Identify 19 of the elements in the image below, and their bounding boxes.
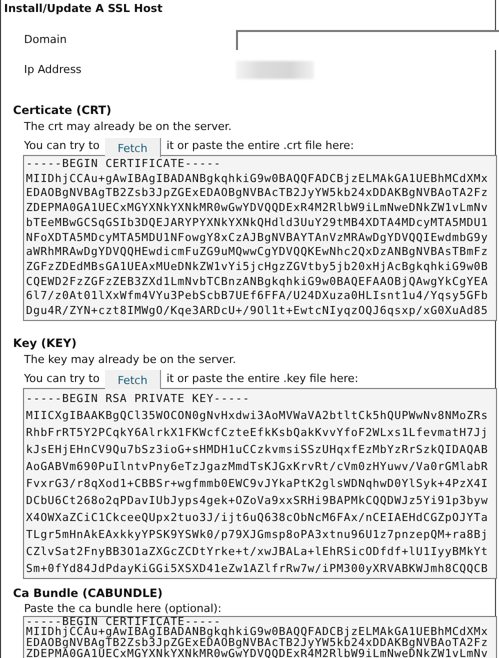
section-heading: Ca Bundle (CABUNDLE) (13, 584, 163, 601)
field-label: Domain (24, 33, 67, 46)
instruction-text: The crt may already be on the server. (24, 120, 232, 133)
instruction-text: it or paste the entire .key file here: (166, 372, 358, 385)
text-area[interactable]: -----BEGIN CERTIFICATE----- MIIDhjCCAu+gAwIBAgIBADANBgkqhkiG9w0BAQQFADCBjzELMAkGA1UEBhMCdXMx EDAOBgNVBAgTB2Zsb3JpZGExEDAOBgNVBAcTB2JyYW5kb24xDDAKBgNVBAoTA2Fz ZDEPMA0GA1UECxMGYXNkYXNkMR0wGwYDVQQDExR4M2RlbW9iLmNweDNkZW1vLmNv bTEeMBwGCSqGSIb3DQEJARYPYXNkYXNkQHdld3UuY29tMB4XDTA4MDcyMTA5MDU1 NFoXDTA5MDcyMTA5MDU1NFowgY8xCzAJBgNVBAYTAnVzMRAwDgYDVQQIEwdmbG9y aWRhMRAwDgYDVQQHEwdicmFuZG9uMQwwCgYDVQQKEwNhc2QxDzANBgNVBAsTBmFz ZGFzZDEdMBsGA1UEAxMUeDNkZW1vYi5jcHgzZGVtby5jb20xHjAcBgkqhkiG9w0B CQEWD2FzZGFzZEB3ZXd1LmNvbTCBnzANBgkqhkiG9w0BAQEFAAOBjQAwgYkCgYEA 6l7/z0At01lXxWfm4VYu3PebScbB7UEf6FFA/U24DXuza0HLIsnt1u4/Yqsy5GFb Dgu4R/ZYN+czt8IMWgO/Kqe3ARDcU+/9Ol1t+EwtcNIyqzOQJ6qsxp/xG0XuAd85 (23, 155, 497, 321)
text-area[interactable]: -----BEGIN RSA PRIVATE KEY----- MIICXgIBAAKBgQCl35WOCON0gNvHxdwi3AoMVWaVA2btltCk5hQUPWwNv8NMoZRs RhbFrRT5Y2PCqkY6AlrkX1FKWcfCzteEfkKsbQakKvvYfoF2WLxs1LfevmatH7Jj kJsEHjEHnCV9Qu7bSz3ioG+sHMDH1uCCzkvmsiSSzUHqxfEzMbYzRrSzkQIDAQAB AoGABVm690PuIlntvPny6eTzJgazMmdTsKJGxKrvRt/cVm0zHYuwv/Va0rGMlabR FvxrG3/r8qXod1+CBBSr+wgfmmb0EWC9vJYkaPtK2glsWDNqhwD0YlSyk+4PzX4I DCbU6Ct268o2qPDavIUbJyps4gek+OZoVa9xxSRHi9BAPMkCQQDWJz5Yi91p3byw X4OWXaZCiC1CkceeQUpx2tuo3J/ijt6uQ638cObNcM6FAx/nCEIAEHdCGZpOJYTa TLgr5mHnAkEAxkkyYPSK9YSWk0/p79XJGmsp8oPA3xtnu96U1z7pnzepQM+ra8Bj CZlvSat2FnyBB3O1aZXGcZCDtYrke+t/xwJBALa+lEhRSicODfdf+lU1IyyBMkYt Sm+0fYd84JdPdayKiGGi5XSXD41eZw1AZlfrRw7w/iPM300yXRVABKWJmh8CQQCB (23, 388, 497, 579)
fetch-button[interactable]: Fetch (104, 370, 162, 390)
instruction-text: Paste the ca bundle here (optional): (24, 602, 222, 615)
instruction-text: You can try to (24, 372, 100, 385)
page-title: Install/Update A SSL Host (3, 1, 162, 17)
instruction-text: The key may already be on the server. (24, 352, 236, 366)
section-heading: Certicate (CRT) (13, 102, 112, 118)
domain-field[interactable] (236, 30, 499, 50)
fetch-button[interactable]: Fetch (104, 138, 162, 156)
section-heading: Key (KEY) (13, 334, 77, 351)
instruction-text: it or paste the entire .crt file here: (166, 139, 354, 152)
instruction-text: You can try to (24, 139, 100, 152)
text-area[interactable]: -----BEGIN CERTIFICATE----- MIIDhjCCAu+gAwIBAgIBADANBgkqhkiG9w0BAQQFADCBjzELMAkGA1UEBhMCdXMx EDAOBgNVBAgTB2Zsb3JpZGExEDAOBgNVBAcTB2JyYW5kb24xDDAKBgNVBAoTA2Fz ZDEPMA0GA1UECxMGYXNkYXNkMR0wGwYDVQQDExR4M2RlbW9iLmNweDNkZW1vLmNv (23, 616, 497, 658)
field-label: Ip Address (24, 63, 82, 76)
